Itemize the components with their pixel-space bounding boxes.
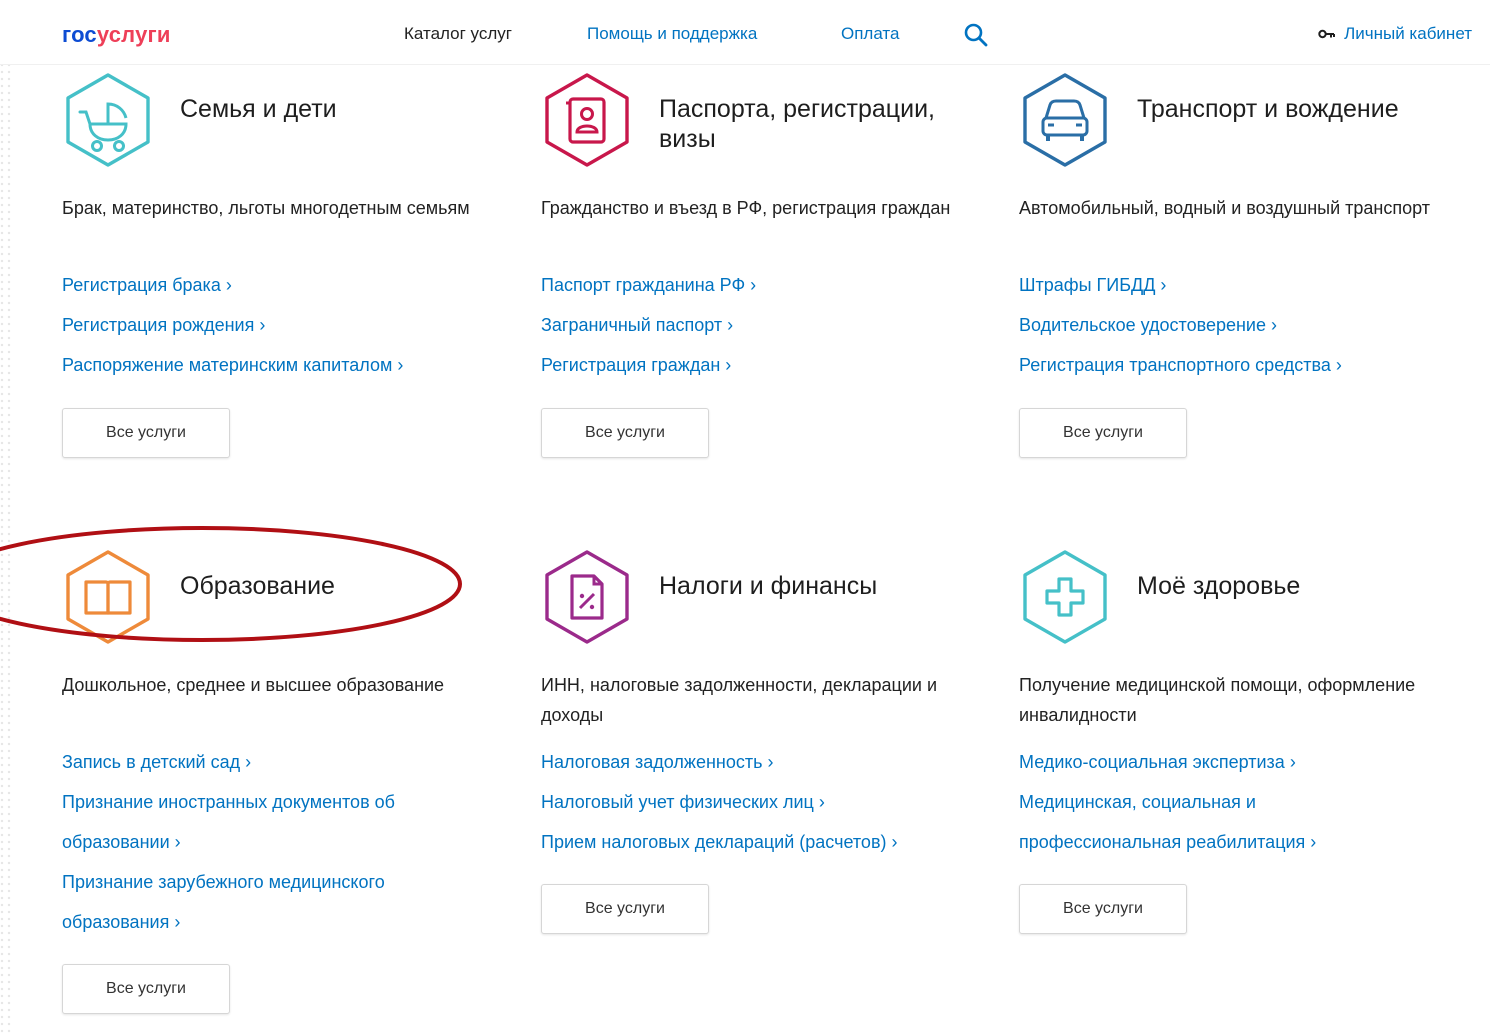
account-link[interactable]: Личный кабинет: [1318, 24, 1472, 44]
link-tax-declarations[interactable]: Прием налоговых деклараций (расчетов) ›: [541, 822, 981, 862]
link-tax-debt[interactable]: Налоговая задолженность ›: [541, 742, 981, 782]
nav-payment-link[interactable]: Оплата: [841, 24, 899, 44]
top-navigation-bar: госуслуги Каталог услуг Помощь и поддерж…: [0, 0, 1490, 65]
link-kindergarten-enrollment[interactable]: Запись в детский сад ›: [62, 742, 502, 782]
book-icon[interactable]: [62, 549, 154, 645]
category-description: Брак, материнство, льготы многодетным се…: [62, 198, 470, 218]
category-description: Гражданство и въезд в РФ, регистрация гр…: [541, 198, 951, 218]
all-services-button[interactable]: Все услуги: [541, 884, 709, 934]
logo-part-uslugi: услуги: [96, 22, 171, 47]
link-foreign-passport[interactable]: Заграничный паспорт ›: [541, 305, 981, 345]
gosuslugi-logo[interactable]: госуслуги: [62, 22, 171, 48]
all-services-button[interactable]: Все услуги: [541, 408, 709, 458]
link-traffic-fines[interactable]: Штрафы ГИБДД ›: [1019, 265, 1459, 305]
category-links: Регистрация брака › Регистрация рождения…: [62, 265, 502, 385]
link-internal-passport[interactable]: Паспорт гражданина РФ ›: [541, 265, 981, 305]
category-title[interactable]: Паспорта, регистрации, визы: [659, 94, 959, 154]
link-foreign-medical-education[interactable]: Признание зарубежного медицинского образ…: [62, 862, 442, 942]
link-driver-license[interactable]: Водительское удостоверение ›: [1019, 305, 1459, 345]
link-marriage-registration[interactable]: Регистрация брака ›: [62, 265, 502, 305]
category-links: Паспорт гражданина РФ › Заграничный пасп…: [541, 265, 981, 385]
link-medical-social-expertise[interactable]: Медико-социальная экспертиза ›: [1019, 742, 1459, 782]
category-title[interactable]: Транспорт и вождение: [1137, 94, 1437, 124]
passport-icon[interactable]: [541, 72, 633, 168]
link-maternity-capital[interactable]: Распоряжение материнским капиталом ›: [62, 345, 502, 385]
key-icon: [1318, 29, 1336, 39]
all-services-button[interactable]: Все услуги: [1019, 408, 1187, 458]
category-title[interactable]: Образование: [180, 571, 480, 601]
nav-catalog-link[interactable]: Каталог услуг: [404, 24, 512, 44]
account-label: Личный кабинет: [1344, 24, 1472, 43]
page-edge-pattern: [0, 0, 14, 1035]
stroller-icon[interactable]: [62, 72, 154, 168]
category-description: ИНН, налоговые задолженности, декларации…: [541, 675, 938, 725]
all-services-button[interactable]: Все услуги: [62, 964, 230, 1014]
all-services-button[interactable]: Все услуги: [62, 408, 230, 458]
category-links: Запись в детский сад › Признание иностра…: [62, 742, 502, 942]
search-icon[interactable]: [963, 22, 989, 48]
link-birth-registration[interactable]: Регистрация рождения ›: [62, 305, 502, 345]
link-rehabilitation[interactable]: Медицинская, социальная и профессиональн…: [1019, 782, 1349, 862]
link-foreign-documents-recognition[interactable]: Признание иностранных документов об обра…: [62, 782, 442, 862]
link-vehicle-registration[interactable]: Регистрация транспортного средства ›: [1019, 345, 1459, 385]
link-citizen-registration[interactable]: Регистрация граждан ›: [541, 345, 981, 385]
car-icon[interactable]: [1019, 72, 1111, 168]
logo-part-gos: гос: [62, 22, 97, 47]
nav-help-link[interactable]: Помощь и поддержка: [587, 24, 757, 44]
category-description: Дошкольное, среднее и высшее образование: [62, 675, 445, 695]
category-links: Штрафы ГИБДД › Водительское удостоверени…: [1019, 265, 1459, 385]
link-tax-registration[interactable]: Налоговый учет физических лиц ›: [541, 782, 981, 822]
category-description: Автомобильный, водный и воздушный трансп…: [1019, 198, 1430, 218]
category-title[interactable]: Моё здоровье: [1137, 571, 1437, 601]
category-links: Медико-социальная экспертиза › Медицинск…: [1019, 742, 1459, 862]
all-services-button[interactable]: Все услуги: [1019, 884, 1187, 934]
category-title[interactable]: Семья и дети: [180, 94, 480, 124]
category-title[interactable]: Налоги и финансы: [659, 571, 959, 601]
category-description: Получение медицинской помощи, оформление…: [1019, 675, 1416, 725]
category-links: Налоговая задолженность › Налоговый учет…: [541, 742, 981, 862]
tax-document-icon[interactable]: [541, 549, 633, 645]
medical-cross-icon[interactable]: [1019, 549, 1111, 645]
